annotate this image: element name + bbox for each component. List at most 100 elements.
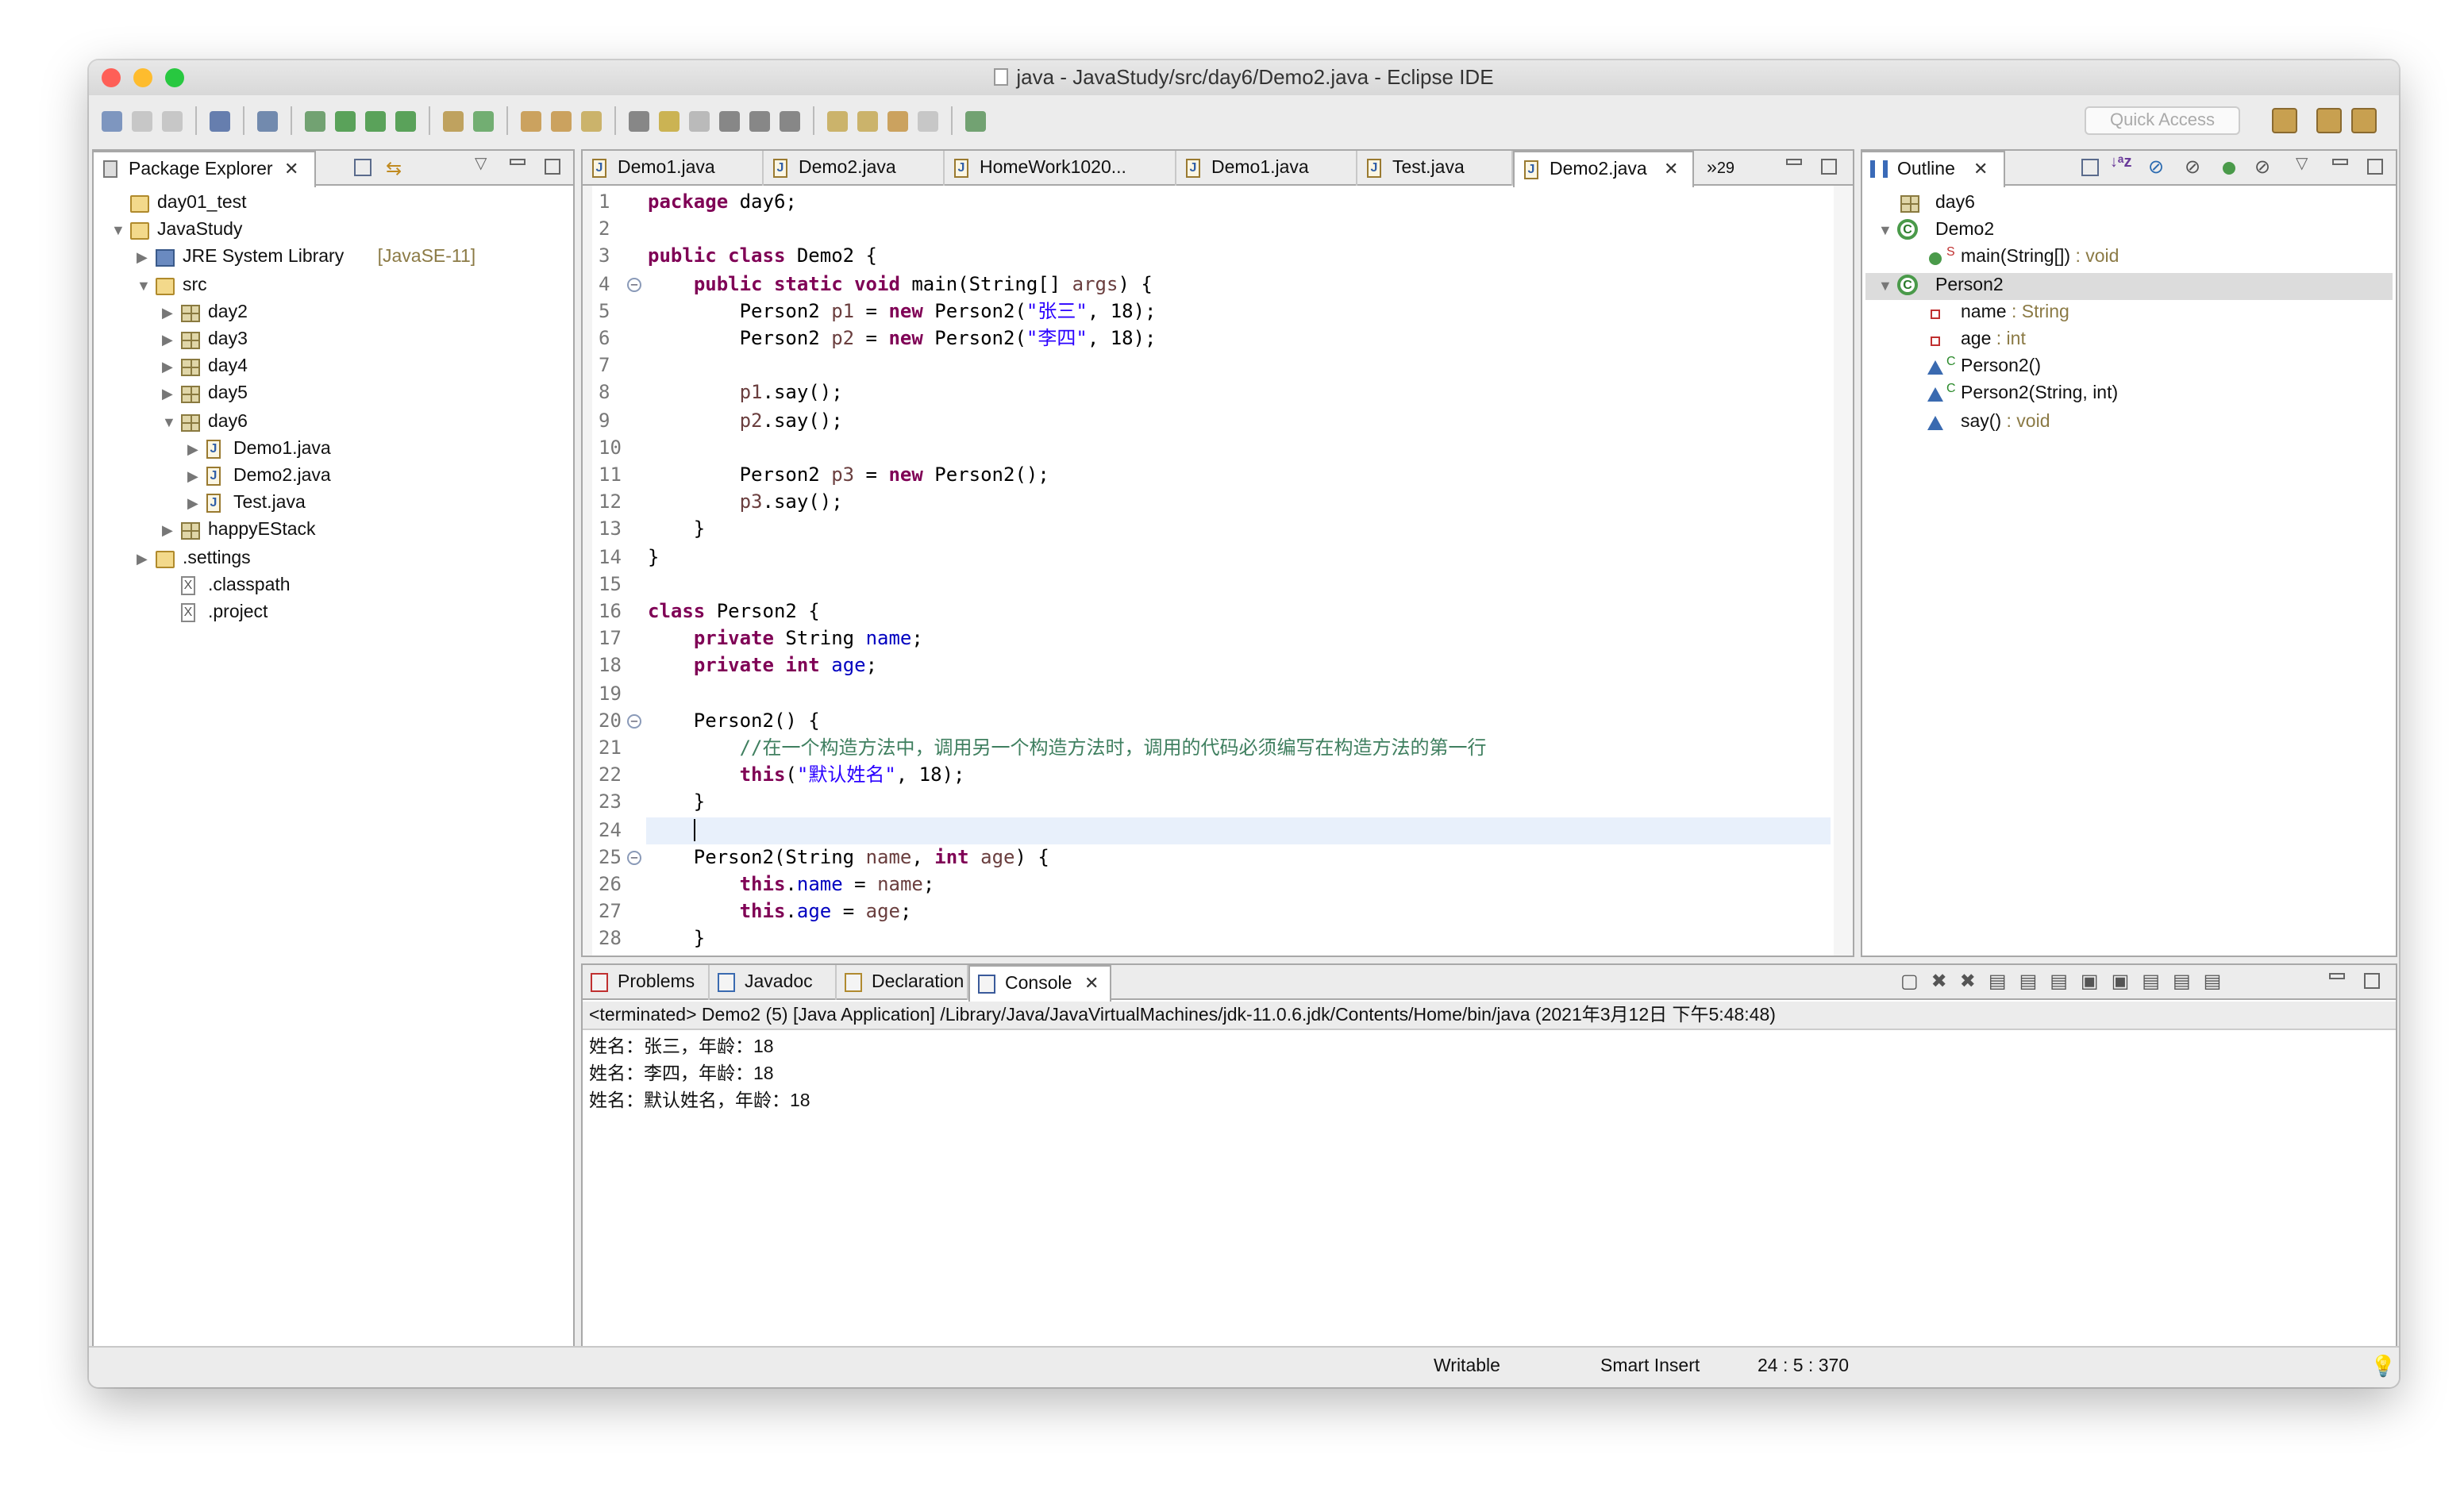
collapsed-arrow-icon[interactable]: ▶: [162, 518, 178, 545]
outline-item-say[interactable]: say() : void: [1865, 409, 2393, 436]
maximize-icon[interactable]: [1821, 159, 1837, 175]
tab-homework1020-[interactable]: J HomeWork1020...: [945, 151, 1176, 186]
outline-item-person2-string-int[interactable]: C Person2(String, int): [1865, 382, 2393, 409]
view-menu-icon[interactable]: ▽: [2296, 156, 2308, 173]
skip-breakpoints-icon[interactable]: [257, 110, 278, 131]
back-icon[interactable]: [887, 110, 908, 131]
open-task-icon[interactable]: [551, 110, 572, 131]
word-wrap-icon[interactable]: [719, 110, 740, 131]
outline-item-age[interactable]: age : int: [1865, 327, 2393, 354]
fold-collapse-icon[interactable]: −: [627, 713, 641, 729]
close-icon[interactable]: ✕: [284, 152, 298, 187]
expanded-arrow-icon[interactable]: ▼: [1878, 217, 1894, 244]
outline-item-person2[interactable]: C Person2(): [1865, 354, 2393, 381]
console-output[interactable]: 姓名：张三，年龄：18 姓名：李四，年龄：18 姓名：默认姓名，年龄：18: [589, 1035, 2396, 1346]
tree-item-day01-test[interactable]: day01_test: [94, 190, 573, 217]
collapsed-arrow-icon[interactable]: ▶: [162, 300, 178, 327]
tab-demo1-java[interactable]: J Demo1.java: [583, 151, 764, 186]
java-ee-perspective-icon[interactable]: [2316, 108, 2342, 133]
quick-access-input[interactable]: Quick Access: [2085, 106, 2240, 135]
expanded-arrow-icon[interactable]: ▼: [137, 272, 152, 299]
external-tools-icon[interactable]: [395, 110, 416, 131]
new-java-project-icon[interactable]: [443, 110, 464, 131]
annotation-icon[interactable]: [629, 110, 649, 131]
tab-console[interactable]: Console ✕: [968, 965, 1111, 1002]
minimize-icon[interactable]: [2332, 159, 2348, 165]
sort-icon[interactable]: ↓ᵃz: [2110, 154, 2132, 171]
hide-fields-icon[interactable]: ⊘: [2148, 156, 2164, 178]
save-all-icon[interactable]: [162, 110, 183, 131]
expanded-arrow-icon[interactable]: ▼: [162, 409, 178, 436]
close-tab-icon[interactable]: ✕: [1084, 967, 1099, 1002]
fold-collapse-icon[interactable]: −: [627, 277, 641, 292]
collapsed-arrow-icon[interactable]: ▶: [187, 436, 203, 463]
minimize-window-button[interactable]: [133, 68, 152, 87]
tree-item-happyestack[interactable]: ▶ happyEStack: [94, 518, 573, 545]
tree-item-day6[interactable]: ▼ day6: [94, 409, 573, 436]
terminal-icon[interactable]: [210, 110, 230, 131]
tree-item-project[interactable]: X .project: [94, 600, 573, 627]
tab-test-java[interactable]: J Test.java: [1357, 151, 1513, 186]
debug-icon[interactable]: [305, 110, 325, 131]
tree-item-jre-system-library[interactable]: ▶ JRE System Library [JavaSE-11]: [94, 245, 573, 272]
open-type-icon[interactable]: [521, 110, 541, 131]
tree-item-javastudy[interactable]: ▼ JavaStudy: [94, 217, 573, 244]
collapsed-arrow-icon[interactable]: ▶: [162, 382, 178, 409]
prev-annotation-icon[interactable]: [857, 110, 878, 131]
tab-overflow-button[interactable]: »29: [1697, 151, 1761, 186]
tab-declaration[interactable]: Declaration: [837, 965, 968, 1000]
new-class-icon[interactable]: [473, 110, 494, 131]
tree-item-test-java[interactable]: ▶ J Test.java: [94, 490, 573, 517]
open-perspective-icon[interactable]: [2272, 108, 2297, 133]
minimize-icon[interactable]: [2329, 973, 2345, 979]
outline-item-demo2[interactable]: ▼ C Demo2: [1865, 217, 2393, 244]
tip-lightbulb-icon[interactable]: 💡: [2370, 1354, 2396, 1379]
mark-occurrences-icon[interactable]: [659, 110, 680, 131]
maximize-icon[interactable]: [2367, 159, 2383, 175]
tree-item-demo2-java[interactable]: ▶ J Demo2.java: [94, 463, 573, 490]
pin-editor-icon[interactable]: [965, 110, 986, 131]
tree-item-src[interactable]: ▼ src: [94, 272, 573, 299]
tab-package-explorer[interactable]: Package Explorer ✕: [94, 151, 316, 187]
tree-item-demo1-java[interactable]: ▶ J Demo1.java: [94, 436, 573, 463]
tab-javadoc[interactable]: Javadoc: [710, 965, 837, 1000]
tree-item-settings[interactable]: ▶ .settings: [94, 545, 573, 572]
show-whitespace-icon[interactable]: [749, 110, 770, 131]
hide-local-types-icon[interactable]: ⊘: [2254, 156, 2270, 178]
tree-item-classpath[interactable]: X .classpath: [94, 573, 573, 600]
run-icon[interactable]: [335, 110, 356, 131]
link-editor-icon[interactable]: ⇆: [386, 157, 402, 179]
collapse-all-icon[interactable]: [354, 159, 372, 176]
code-editor[interactable]: 1 package day6; 2 3 public class Demo2 {4− p…: [583, 186, 1853, 956]
tab-demo1-java[interactable]: J Demo1.java: [1176, 151, 1357, 186]
view-menu-icon[interactable]: ▽: [475, 156, 487, 173]
hide-static-icon[interactable]: ⊘: [2185, 156, 2200, 178]
coverage-icon[interactable]: [365, 110, 386, 131]
outline-item-day6[interactable]: day6: [1865, 190, 2393, 217]
expanded-arrow-icon[interactable]: ▼: [1878, 272, 1894, 299]
new-icon[interactable]: [102, 110, 122, 131]
close-icon[interactable]: ✕: [1973, 152, 1988, 187]
next-annotation-icon[interactable]: [827, 110, 848, 131]
collapsed-arrow-icon[interactable]: ▶: [137, 245, 152, 272]
close-tab-icon[interactable]: ✕: [1664, 152, 1678, 187]
close-window-button[interactable]: [102, 68, 121, 87]
zoom-window-button[interactable]: [165, 68, 184, 87]
collapsed-arrow-icon[interactable]: ▶: [162, 327, 178, 354]
maximize-icon[interactable]: [2364, 973, 2380, 989]
minimize-icon[interactable]: [510, 159, 526, 165]
vertical-scrollbar[interactable]: [1834, 186, 1853, 956]
collapsed-arrow-icon[interactable]: ▶: [137, 545, 152, 572]
collapse-all-icon[interactable]: [2081, 159, 2099, 176]
forward-icon[interactable]: [918, 110, 938, 131]
collapsed-arrow-icon[interactable]: ▶: [162, 354, 178, 381]
tree-item-day4[interactable]: ▶ day4: [94, 354, 573, 381]
collapsed-arrow-icon[interactable]: ▶: [187, 463, 203, 490]
outline-item-person2[interactable]: ▼ C Person2: [1865, 272, 2393, 300]
tab-demo2-java[interactable]: J Demo2.java: [764, 151, 945, 186]
search-icon[interactable]: [581, 110, 602, 131]
pilcrow-icon[interactable]: [780, 110, 800, 131]
expanded-arrow-icon[interactable]: ▼: [111, 217, 127, 244]
block-selection-icon[interactable]: [689, 110, 710, 131]
minimize-icon[interactable]: [1786, 159, 1802, 165]
